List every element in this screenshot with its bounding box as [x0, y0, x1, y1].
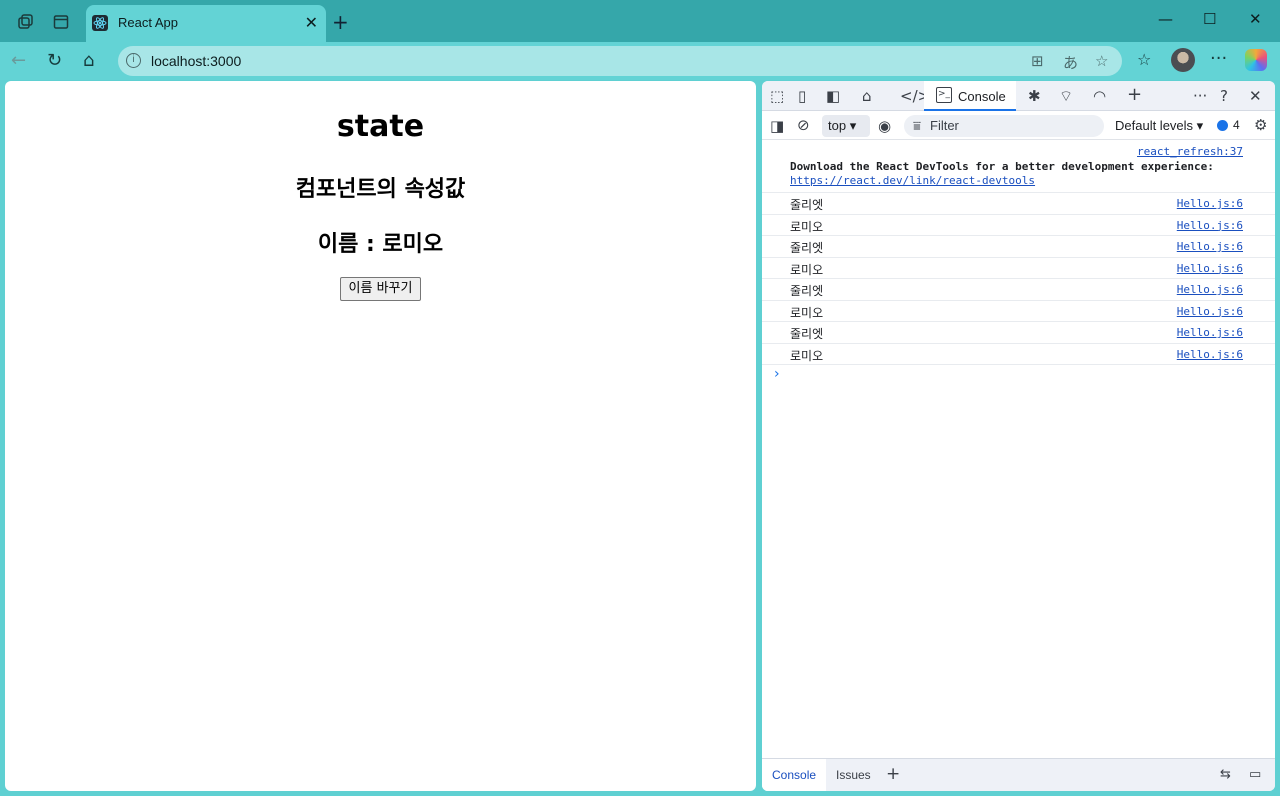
help-icon[interactable]: ?	[1220, 87, 1228, 105]
read-aloud-icon[interactable]: あ	[1063, 52, 1078, 73]
tab-actions-icon[interactable]	[49, 10, 73, 34]
log-source-link[interactable]: Hello.js:6	[1177, 326, 1243, 339]
issues-badge-icon	[1217, 120, 1228, 131]
site-info-icon[interactable]: i	[126, 53, 141, 68]
welcome-home-icon[interactable]: ⌂	[862, 87, 872, 105]
context-selector[interactable]: top ▾	[822, 115, 870, 137]
filter-placeholder: Filter	[930, 118, 959, 133]
log-source-link[interactable]: Hello.js:6	[1177, 262, 1243, 275]
back-arrow-icon[interactable]: ←	[11, 50, 26, 71]
device-emulation-icon[interactable]: ▯	[798, 87, 806, 105]
react-devtools-link[interactable]: https://react.dev/link/react-devtools	[790, 174, 1035, 187]
page-viewport: state 컴포넌트의 속성값 이름 : 로미오 이름 바꾸기	[5, 81, 756, 791]
log-text: 로미오	[790, 262, 824, 277]
log-levels-label: Default levels	[1115, 118, 1194, 133]
performance-icon[interactable]: ◠	[1093, 87, 1106, 105]
console-icon: >_	[936, 87, 952, 103]
more-tools-plus-icon[interactable]: +	[1127, 84, 1142, 105]
url-text[interactable]: localhost:3000	[151, 53, 241, 69]
console-log-row: 로미오 Hello.js:6	[762, 215, 1275, 236]
drawer-add-tab-icon[interactable]: +	[886, 764, 900, 784]
console-log-row: 줄리엣 Hello.js:6	[762, 279, 1275, 301]
devtools-panel: ⬚ ▯ ◧ ⌂ </> >_ Console ✱ ⌔ ◠ + ··· ? ✕ ◨…	[762, 81, 1275, 791]
tab-close-icon[interactable]: ✕	[305, 13, 318, 32]
log-text: 줄리엣	[790, 198, 824, 212]
sources-bug-icon[interactable]: ✱	[1028, 87, 1041, 105]
log-text: 로미오	[790, 348, 824, 363]
log-source-link[interactable]: Hello.js:6	[1177, 197, 1243, 210]
live-expression-eye-icon[interactable]: ◉	[878, 117, 891, 135]
console-log-row: 줄리엣 Hello.js:6	[762, 322, 1275, 344]
maximize-button[interactable]: ☐	[1203, 10, 1216, 28]
devtools-toolbar: ⬚ ▯ ◧ ⌂ </> >_ Console ✱ ⌔ ◠ + ··· ? ✕	[762, 81, 1275, 111]
refresh-icon[interactable]: ↻	[47, 50, 62, 71]
title-bar: React App ✕ + — ☐ ✕	[0, 0, 1280, 42]
tab-title: React App	[118, 15, 178, 30]
tab-console-label: Console	[958, 89, 1006, 104]
page-heading: state	[336, 109, 425, 144]
drawer-dock-icon[interactable]: ⇆	[1220, 767, 1231, 782]
browser-tab-react-app[interactable]: React App ✕	[86, 5, 326, 42]
tab-console[interactable]: >_ Console	[924, 81, 1016, 111]
filter-input[interactable]: ⩸ Filter	[904, 115, 1104, 137]
log-source-link[interactable]: Hello.js:6	[1177, 219, 1243, 232]
close-devtools-icon[interactable]: ✕	[1249, 87, 1262, 105]
log-text: 줄리엣	[790, 284, 824, 298]
context-value: top	[828, 118, 847, 133]
devtools-more-icon[interactable]: ···	[1193, 87, 1207, 105]
change-name-button[interactable]: 이름 바꾸기	[340, 277, 421, 301]
message-source-link[interactable]: react_refresh:37	[1137, 145, 1243, 158]
console-log-row: 로미오 Hello.js:6	[762, 301, 1275, 322]
log-text: 로미오	[790, 305, 824, 320]
console-log-row: 줄리엣 Hello.js:6	[762, 236, 1275, 258]
console-prompt-chevron-icon[interactable]: ›	[774, 366, 780, 382]
log-source-link[interactable]: Hello.js:6	[1177, 283, 1243, 296]
drawer-tab-console[interactable]: Console	[762, 759, 827, 791]
log-text: 로미오	[790, 219, 824, 234]
address-bar[interactable]: i localhost:3000 ⊞ あ ☆	[118, 46, 1122, 76]
console-log-row: 로미오 Hello.js:6	[762, 344, 1275, 365]
drawer-collapse-icon[interactable]: ▭	[1249, 767, 1261, 782]
dock-side-icon[interactable]: ◧	[826, 87, 840, 105]
copilot-icon[interactable]	[1245, 49, 1267, 71]
log-text: 줄리엣	[790, 327, 824, 341]
clear-console-icon[interactable]: ⊘	[797, 116, 810, 134]
network-wifi-icon[interactable]: ⌔	[1059, 87, 1073, 106]
console-log-row: 로미오 Hello.js:6	[762, 258, 1275, 279]
name-display: 이름 : 로미오	[317, 232, 444, 257]
console-settings-gear-icon[interactable]: ⚙	[1254, 116, 1267, 134]
app-available-icon[interactable]: ⊞	[1031, 52, 1044, 70]
log-source-link[interactable]: Hello.js:6	[1177, 348, 1243, 361]
filter-funnel-icon: ⩸	[913, 118, 921, 133]
drawer-tab-issues[interactable]: Issues	[826, 759, 881, 791]
console-message-devtools-info: react_refresh:37 Download the React DevT…	[762, 141, 1275, 193]
favorite-star-icon[interactable]: ☆	[1095, 52, 1108, 70]
log-text: 줄리엣	[790, 241, 824, 255]
more-menu-icon[interactable]: ···	[1210, 48, 1227, 69]
profile-avatar[interactable]	[1171, 48, 1195, 72]
console-output: react_refresh:37 Download the React DevT…	[762, 141, 1275, 382]
issues-count[interactable]: 4	[1233, 118, 1240, 132]
console-log-row: 줄리엣 Hello.js:6	[762, 193, 1275, 215]
log-source-link[interactable]: Hello.js:6	[1177, 240, 1243, 253]
new-tab-button[interactable]: +	[332, 10, 349, 34]
sidebar-toggle-icon[interactable]: ◨	[770, 117, 784, 135]
home-icon[interactable]: ⌂	[83, 50, 94, 71]
minimize-button[interactable]: —	[1158, 10, 1173, 28]
inspect-element-icon[interactable]: ⬚	[770, 87, 784, 105]
devtools-drawer-tabs: Console Issues + ⇆ ▭	[762, 758, 1275, 791]
favorites-icon[interactable]: ☆	[1137, 50, 1151, 69]
workspaces-icon[interactable]	[13, 10, 37, 34]
address-toolbar: ← ↻ ⌂ i localhost:3000 ⊞ あ ☆ ☆ ···	[0, 42, 1280, 80]
console-filter-bar: ◨ ⊘ top ▾ ◉ ⩸ Filter Default levels ▾ 4 …	[762, 112, 1275, 140]
message-text: Download the React DevTools for a better…	[790, 160, 1214, 173]
react-logo-icon	[92, 15, 108, 31]
log-levels-dropdown[interactable]: Default levels ▾	[1115, 118, 1203, 134]
close-window-button[interactable]: ✕	[1249, 10, 1262, 28]
log-source-link[interactable]: Hello.js:6	[1177, 305, 1243, 318]
subheading: 컴포넌트의 속성값	[295, 177, 466, 202]
